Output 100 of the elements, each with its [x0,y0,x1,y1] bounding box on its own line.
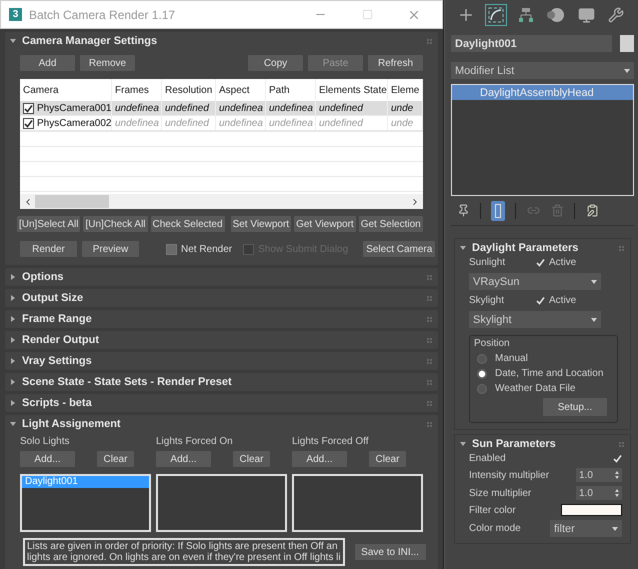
pin-icon [456,204,470,217]
radio-button[interactable] [477,354,487,364]
toolbar-button[interactable]: Copy [248,55,303,71]
toolbar-button[interactable]: Check Selected [150,216,225,232]
configure-icon [586,204,598,217]
rollout-title[interactable]: Camera Manager Settings [22,35,421,47]
dropdown-caret-icon[interactable] [591,280,597,284]
expand-arrow-icon[interactable] [10,337,16,343]
spinner-field[interactable]: 1.0 [576,486,622,500]
dropdown[interactable]: filter [550,520,622,537]
collapse-arrow-icon[interactable] [460,245,466,251]
stack-item[interactable]: DaylightAssemblyHead [452,85,633,100]
toolbar-button[interactable]: Get Viewport [294,216,356,232]
checkmark-icon[interactable] [536,258,545,267]
grip-icon[interactable] [619,246,624,250]
grip-icon[interactable] [427,358,432,364]
radio-button[interactable] [477,384,487,394]
radio-label[interactable]: Date, Time and Location [495,368,604,379]
display-icon [578,6,594,24]
spinner-field[interactable]: 1.0 [576,468,622,482]
save-button[interactable]: Save to INI... [354,544,426,560]
grip-icon[interactable] [427,38,432,44]
toolbar-button[interactable]: [Un]Select All [17,216,80,232]
list-button[interactable]: Add... [20,451,75,467]
light-dropdown[interactable]: VRaySun [469,273,601,290]
table-cell: undefinea [115,118,159,128]
radio-button[interactable] [477,368,487,378]
list-button[interactable]: Clear [97,451,134,467]
stack-tool-button[interactable] [491,200,505,220]
utilities-icon [608,7,624,23]
modifier-list-dropdown[interactable]: Modifier List [451,62,634,79]
grip-icon[interactable] [427,400,432,406]
grip-icon[interactable] [427,316,432,322]
checkbox-label[interactable]: Active [549,295,576,306]
list-item[interactable]: Daylight001 [22,476,149,488]
table-cell: PhysCamera001 [37,102,112,114]
dropdown-caret-icon[interactable] [612,526,618,530]
table-row[interactable]: PhysCamera001 undefinea undefined undefinea undefinea undefined unde [20,101,423,116]
expand-arrow-icon[interactable] [10,316,16,322]
grip-icon[interactable] [427,274,432,280]
grip-icon[interactable] [619,442,624,446]
radio-label[interactable]: Manual [495,353,528,364]
toolbar-button[interactable]: Preview [82,241,139,257]
collapse-arrow-icon[interactable] [10,421,16,427]
toolbar-button[interactable]: [Un]Check All [83,216,148,232]
expand-arrow-icon[interactable] [10,358,16,364]
curve-icon [488,7,504,23]
object-color-swatch[interactable] [620,35,634,52]
toolbar-button[interactable]: Add [20,55,75,71]
toolbar-button[interactable]: Select Camera [363,241,436,257]
table-cell: undefinea [269,118,313,128]
trash-icon [550,204,564,217]
collapse-arrow-icon[interactable] [10,38,16,44]
checkmark-icon[interactable] [536,296,545,305]
expand-arrow-icon[interactable] [10,400,16,406]
list-button[interactable]: Clear [369,451,406,467]
checkbox-label[interactable]: Active [549,257,576,268]
list-button[interactable]: Clear [233,451,270,467]
setup-button[interactable]: Setup... [543,398,607,416]
table-row[interactable]: PhysCamera002 undefinea undefined undefinea undefinea undefined unde [20,116,423,131]
table-cell: undefined [319,118,363,128]
object-name-field[interactable]: Daylight001 [451,35,612,52]
dropdown-caret-icon[interactable] [591,318,597,322]
light-list[interactable]: Daylight001 [20,474,151,532]
grip-icon[interactable] [427,422,432,426]
dropdown-caret-icon[interactable] [624,68,630,72]
light-list[interactable] [292,474,423,532]
color-swatch[interactable] [561,504,622,516]
list-label: Solo Lights [20,436,70,447]
light-dropdown[interactable]: Skylight [469,311,601,328]
expand-arrow-icon[interactable] [10,274,16,280]
expand-arrow-icon[interactable] [10,295,16,301]
collapse-arrow-icon[interactable] [460,441,466,447]
toolbar-button[interactable]: Render [20,241,77,257]
checkbox[interactable] [166,244,177,254]
radio-label[interactable]: Weather Data File [495,383,576,394]
rollout-title[interactable]: Light Assignement [22,418,421,430]
toolbar-button[interactable]: Get Selection [358,216,423,232]
table-cell: undefinea [219,118,263,128]
grip-icon[interactable] [427,338,432,342]
table-cell: undefinea [115,102,159,114]
table-cell: undefined [165,118,209,128]
checkmark-icon[interactable] [613,454,622,463]
horizontal-scrollbar[interactable] [20,194,423,209]
panel-tab[interactable] [485,4,507,26]
table-cell: undefinea [269,102,313,114]
toolbar-button[interactable]: Remove [80,55,135,71]
rollout-title[interactable]: Daylight Parameters [472,242,613,254]
list-button[interactable]: Add... [156,451,211,467]
list-button[interactable]: Add... [292,451,347,467]
toolbar-button[interactable]: Set Viewport [230,216,292,232]
grip-icon[interactable] [427,380,432,384]
scrollbar-thumb[interactable] [35,195,109,208]
expand-arrow-icon[interactable] [10,379,16,385]
grip-icon[interactable] [427,296,432,300]
toolbar-button[interactable]: Refresh [368,55,423,71]
parameter-label: Intensity multiplier [469,470,550,480]
rollout-title[interactable]: Sun Parameters [472,438,613,450]
light-list[interactable] [156,474,287,532]
table-cell: unde [391,118,414,128]
